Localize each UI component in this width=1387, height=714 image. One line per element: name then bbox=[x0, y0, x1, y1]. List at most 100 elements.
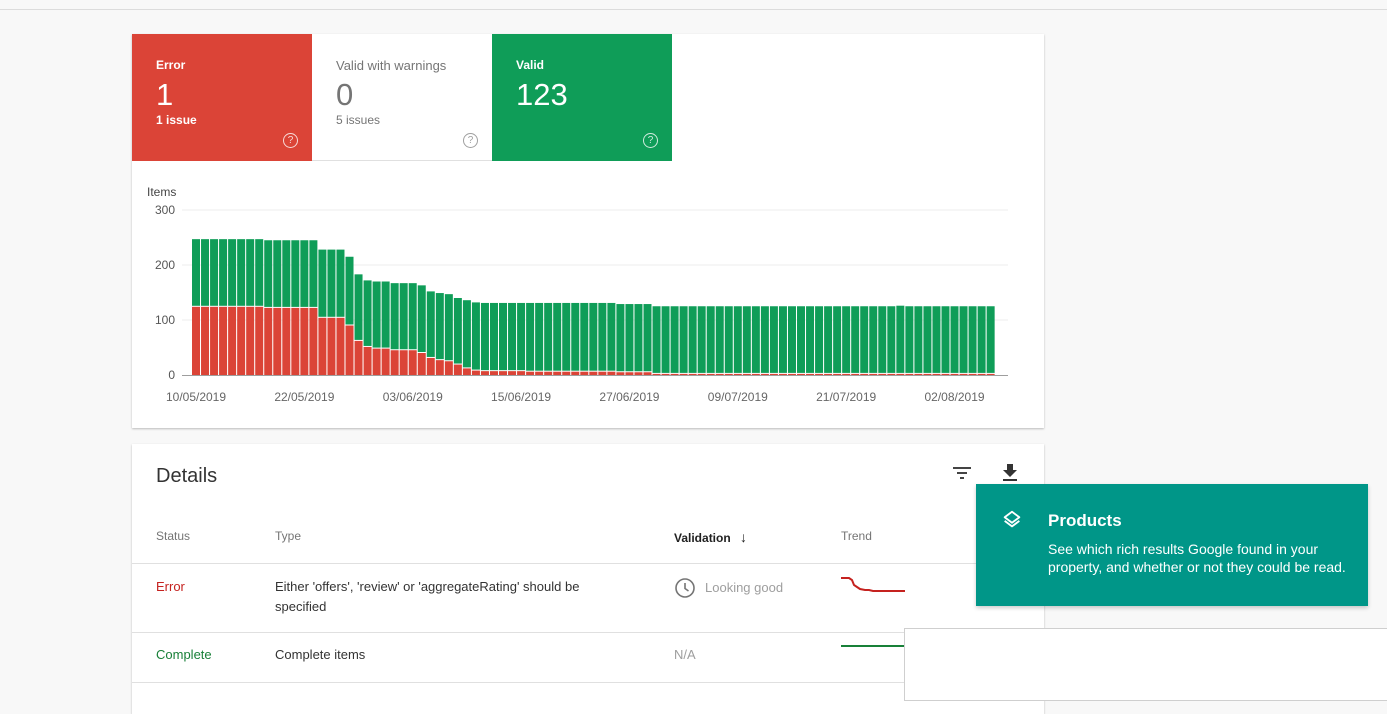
bar-valid bbox=[941, 306, 950, 373]
bar-error bbox=[327, 317, 336, 375]
bar-valid bbox=[201, 239, 210, 306]
bar-error bbox=[471, 370, 480, 375]
bar-valid bbox=[869, 306, 878, 373]
validation-cell: N/A bbox=[674, 647, 696, 662]
bar-valid bbox=[273, 240, 282, 307]
clock-icon bbox=[675, 578, 695, 598]
bar-error bbox=[697, 373, 706, 375]
filter-icon[interactable] bbox=[950, 461, 974, 485]
bar-error bbox=[399, 350, 408, 375]
bar-error bbox=[977, 373, 986, 375]
bar-error bbox=[372, 348, 381, 375]
help-icon[interactable]: ? bbox=[463, 133, 478, 148]
bar-error bbox=[336, 317, 345, 375]
bar-error bbox=[797, 373, 806, 375]
bar-valid bbox=[363, 280, 372, 346]
bar-error bbox=[598, 371, 607, 375]
bar-valid bbox=[318, 249, 327, 317]
bar-valid bbox=[706, 306, 715, 373]
validation-cell: Looking good bbox=[674, 577, 783, 599]
x-tick-label: 10/05/2019 bbox=[166, 390, 226, 404]
valid-with-warnings-tile[interactable]: Valid with warnings 0 5 issues ? bbox=[312, 34, 492, 161]
bar-valid bbox=[797, 306, 806, 373]
bar-valid bbox=[769, 306, 778, 373]
bar-valid bbox=[887, 306, 896, 373]
tooltip-title: Products bbox=[1048, 511, 1122, 530]
bar-valid bbox=[905, 306, 914, 373]
bar-error bbox=[688, 373, 697, 375]
bar-valid bbox=[517, 302, 526, 371]
bar-valid bbox=[192, 239, 200, 306]
row-divider bbox=[132, 563, 1044, 564]
column-header-status[interactable]: Status bbox=[156, 529, 190, 543]
bar-error bbox=[751, 373, 760, 375]
stacked-bar-chart: Items 0 100 200 300 10/05/2019 22/05/2019 03/06… bbox=[147, 185, 1008, 404]
bar-error bbox=[381, 348, 390, 375]
bar-error bbox=[435, 360, 444, 375]
help-icon[interactable]: ? bbox=[283, 133, 298, 148]
bar-error bbox=[517, 371, 526, 375]
bar-valid bbox=[742, 306, 751, 373]
products-tooltip[interactable]: Products See which rich results Google f… bbox=[976, 484, 1368, 606]
bar-error bbox=[661, 373, 670, 375]
bar-valid bbox=[345, 256, 354, 325]
bar-error bbox=[192, 306, 200, 375]
bar-error bbox=[833, 373, 842, 375]
bar-error bbox=[869, 373, 878, 375]
bar-error bbox=[580, 371, 589, 375]
y-tick-label: 300 bbox=[155, 203, 175, 217]
column-header-type[interactable]: Type bbox=[275, 529, 301, 543]
type-cell: Either 'offers', 'review' or 'aggregateR… bbox=[275, 577, 579, 617]
bar-error bbox=[968, 373, 977, 375]
bar-error bbox=[453, 364, 462, 375]
bar-valid bbox=[959, 306, 968, 373]
bar-valid bbox=[435, 293, 444, 360]
bar-valid bbox=[896, 305, 905, 373]
bar-error bbox=[210, 306, 219, 375]
bar-error bbox=[228, 306, 237, 375]
bar-error bbox=[390, 350, 399, 375]
bar-error bbox=[824, 373, 833, 375]
bar-valid bbox=[237, 239, 246, 306]
error-tile[interactable]: Error 1 1 issue ? bbox=[132, 34, 312, 161]
valid-tile[interactable]: Valid 123 ? bbox=[492, 34, 672, 161]
x-tick-label: 22/05/2019 bbox=[274, 390, 334, 404]
top-app-bar bbox=[0, 0, 1387, 10]
y-tick-label: 200 bbox=[155, 258, 175, 272]
bar-valid bbox=[932, 306, 941, 373]
bar-error bbox=[932, 373, 941, 375]
bar-valid bbox=[544, 302, 553, 371]
bar-error bbox=[679, 373, 688, 375]
x-tick-label: 02/08/2019 bbox=[924, 390, 984, 404]
bar-error bbox=[201, 306, 210, 375]
help-icon[interactable]: ? bbox=[643, 133, 658, 148]
bar-valid bbox=[228, 239, 237, 306]
bar-valid bbox=[535, 302, 544, 371]
bar-valid bbox=[336, 249, 345, 317]
bar-valid bbox=[616, 304, 625, 372]
x-tick-label: 03/06/2019 bbox=[383, 390, 443, 404]
bar-valid bbox=[715, 306, 724, 373]
bar-valid bbox=[390, 283, 399, 350]
trend-sparkline-error bbox=[841, 577, 905, 592]
bar-error bbox=[896, 373, 905, 375]
column-header-trend[interactable]: Trend bbox=[841, 529, 872, 543]
bar-error bbox=[769, 373, 778, 375]
bar-error bbox=[282, 307, 291, 375]
bar-error bbox=[950, 373, 959, 375]
bar-valid bbox=[354, 274, 363, 340]
download-icon[interactable] bbox=[998, 461, 1022, 485]
tile-value: 123 bbox=[516, 77, 568, 112]
x-tick-label: 21/07/2019 bbox=[816, 390, 876, 404]
bar-valid bbox=[986, 306, 995, 373]
bar-valid bbox=[778, 306, 787, 373]
bar-error bbox=[489, 371, 498, 375]
bar-error bbox=[571, 371, 580, 375]
bar-error bbox=[589, 371, 598, 375]
column-header-validation[interactable]: Validation ↓ bbox=[674, 529, 747, 545]
bar-valid bbox=[300, 240, 309, 307]
bar-valid bbox=[607, 302, 616, 371]
bar-error bbox=[237, 306, 246, 375]
bar-error bbox=[426, 357, 435, 375]
bar-valid bbox=[815, 306, 824, 373]
